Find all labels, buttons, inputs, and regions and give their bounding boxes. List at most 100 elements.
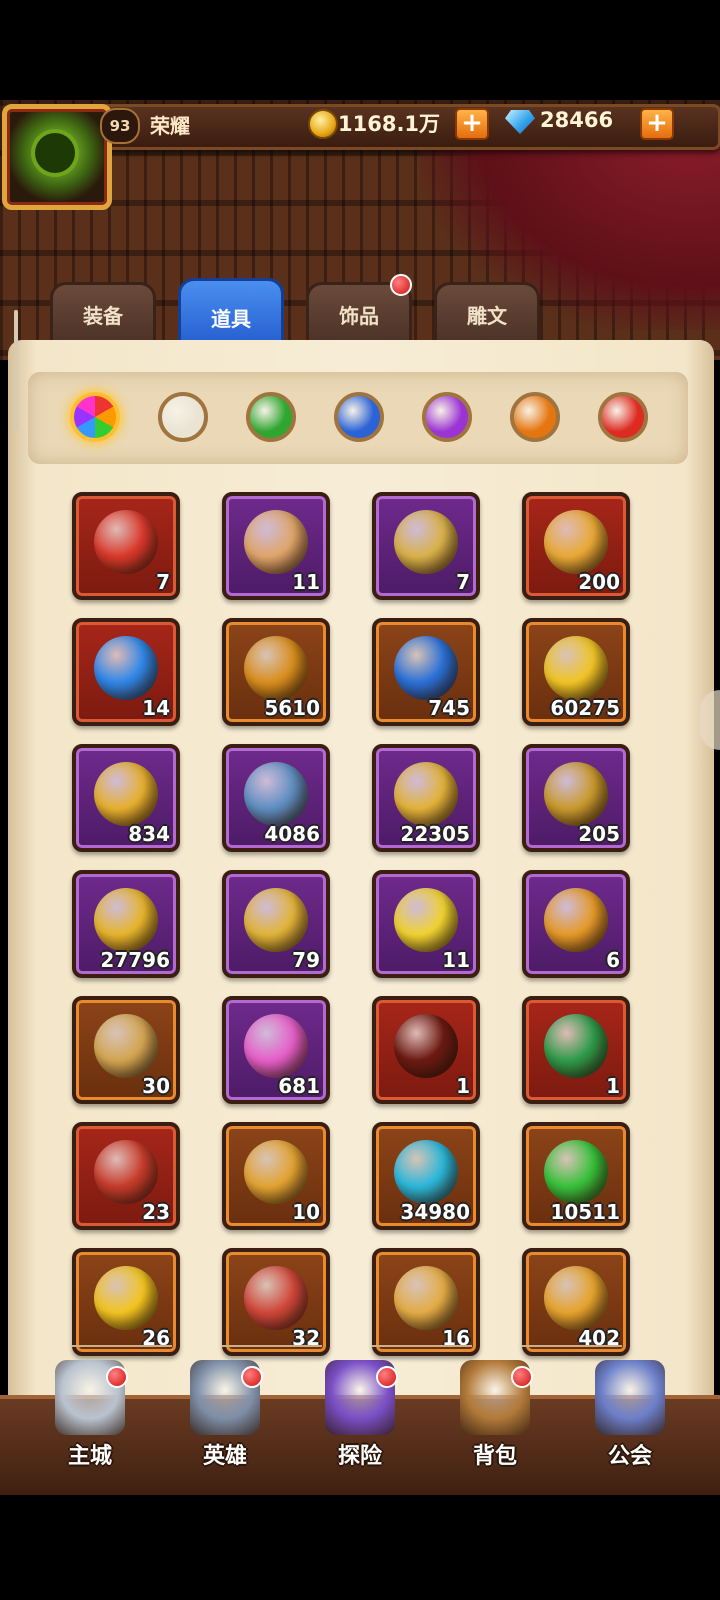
filter-white[interactable] [158,392,208,442]
fireworks-icon [244,1014,308,1078]
red-banner-scroll-icon [244,1266,308,1330]
nav-label: 公会 [607,1444,652,1469]
gold-coin-icon [308,109,338,139]
avatar-face-icon [35,133,75,173]
rune-tablet-icon [544,1266,608,1330]
purple-gem-shield-icon [544,762,608,826]
item-slot-blue-crystal-ornament[interactable]: 745 [372,618,480,726]
grid-divider [522,1345,622,1347]
item-quantity: 60275 [550,696,620,720]
item-slot-fireworks[interactable]: 681 [222,996,330,1104]
item-quantity: 745 [428,696,470,720]
grid-divider [222,1345,322,1347]
item-slot-purple-gem-shield[interactable]: 205 [522,744,630,852]
item-slot-red-chest[interactable]: 23 [72,1122,180,1230]
guild-icon [595,1360,665,1435]
item-slot-lightning-rune-stone[interactable]: 4086 [222,744,330,852]
hex-coin-icon [544,888,608,952]
frame-icon [394,1014,458,1078]
item-slot-gold-scrolls[interactable]: 16 [372,1248,480,1356]
add-gold-button[interactable]: + [455,108,489,140]
status-bar-area [0,0,720,100]
item-slot-green-rune-stone[interactable]: 10511 [522,1122,630,1230]
item-slot-sun-badge[interactable]: 834 [72,744,180,852]
eagle-coin-icon [544,510,608,574]
winged-emblem-icon [394,762,458,826]
item-quantity: 1 [606,1074,620,1098]
item-slot-red-banner-scroll[interactable]: 32 [222,1248,330,1356]
filter-blue[interactable] [334,392,384,442]
green-chest-icon [544,1014,608,1078]
item-slot-hex-coin[interactable]: 6 [522,870,630,978]
item-slot-blue-stone[interactable]: 14 [72,618,180,726]
item-slot-green-chest[interactable]: 1 [522,996,630,1104]
diamond-amount: 28466 [540,108,614,132]
item-quantity: 205 [578,822,620,846]
red-chest-icon [94,1140,158,1204]
item-slot-scroll[interactable]: 11 [222,492,330,600]
side-drawer-handle[interactable] [700,690,720,750]
item-slot-skull-coin[interactable]: 5610 [222,618,330,726]
filter-orange[interactable] [510,392,560,442]
sun-badge-icon [94,762,158,826]
nav-hero[interactable]: 英雄 [165,1360,285,1495]
item-quantity: 27796 [100,948,170,972]
item-quantity: 22305 [400,822,470,846]
notification-dot [511,1366,533,1388]
player-avatar[interactable] [2,104,112,210]
game-screen: 93 荣耀 1168.1万 + 28466 + 装备 道具 饰品 雕文 7 11 7… [0,0,720,1600]
item-quantity: 681 [278,1074,320,1098]
level-badge: 93 [100,108,140,144]
item-slot-treasure-chest-blue[interactable]: 7 [372,492,480,600]
item-slot-rune-tablet[interactable]: 402 [522,1248,630,1356]
nav-label: 背包 [472,1444,517,1469]
filter-red[interactable] [598,392,648,442]
item-slot-gold-pouch[interactable]: 7 [72,492,180,600]
item-slot-crown-chest[interactable]: 34980 [372,1122,480,1230]
item-quantity: 10511 [550,1200,620,1224]
filter-all[interactable] [70,392,120,442]
item-quantity: 30 [142,1074,170,1098]
item-quantity: 34980 [400,1200,470,1224]
crown-chest-icon [394,1140,458,1204]
player-name: 荣耀 [150,114,190,138]
item-quantity: 11 [442,948,470,972]
gold-amount: 1168.1万 [338,112,441,136]
blue-crystal-ornament-icon [394,636,458,700]
notification-dot [106,1366,128,1388]
treasure-chest-blue-icon [394,510,458,574]
item-slot-gold-crystal[interactable]: 11 [372,870,480,978]
skull-coin-icon [244,636,308,700]
item-quantity: 1 [456,1074,470,1098]
item-slot-dragon-coin[interactable]: 26 [72,1248,180,1356]
item-slot-star-coin[interactable]: 30 [72,996,180,1104]
item-slot-winged-emblem[interactable]: 22305 [372,744,480,852]
filter-purple[interactable] [422,392,472,442]
item-quantity: 200 [578,570,620,594]
item-slot-frame[interactable]: 1 [372,996,480,1104]
monkey-coin-icon [544,636,608,700]
filter-green[interactable] [246,392,296,442]
item-slot-gold-chest[interactable]: 10 [222,1122,330,1230]
blue-stone-icon [94,636,158,700]
puzzle-piece-icon [244,888,308,952]
grid-divider [372,1345,472,1347]
item-quantity: 79 [292,948,320,972]
item-slot-monkey-coin[interactable]: 60275 [522,618,630,726]
nav-castle[interactable]: 主城 [30,1360,150,1495]
item-quantity: 4086 [264,822,320,846]
nav-backpack[interactable]: 背包 [435,1360,555,1495]
star-coin-icon [94,1014,158,1078]
scrollbar[interactable] [14,310,18,430]
item-slot-puzzle-piece[interactable]: 79 [222,870,330,978]
item-slot-gold-shield[interactable]: 27796 [72,870,180,978]
nav-guild[interactable]: 公会 [570,1360,690,1495]
gold-crystal-icon [394,888,458,952]
add-diamond-button[interactable]: + [640,108,674,140]
grid-divider [72,1345,172,1347]
item-quantity: 7 [456,570,470,594]
item-slot-eagle-coin[interactable]: 200 [522,492,630,600]
item-quantity: 11 [292,570,320,594]
nav-portal[interactable]: 探险 [300,1360,420,1495]
item-quantity: 6 [606,948,620,972]
